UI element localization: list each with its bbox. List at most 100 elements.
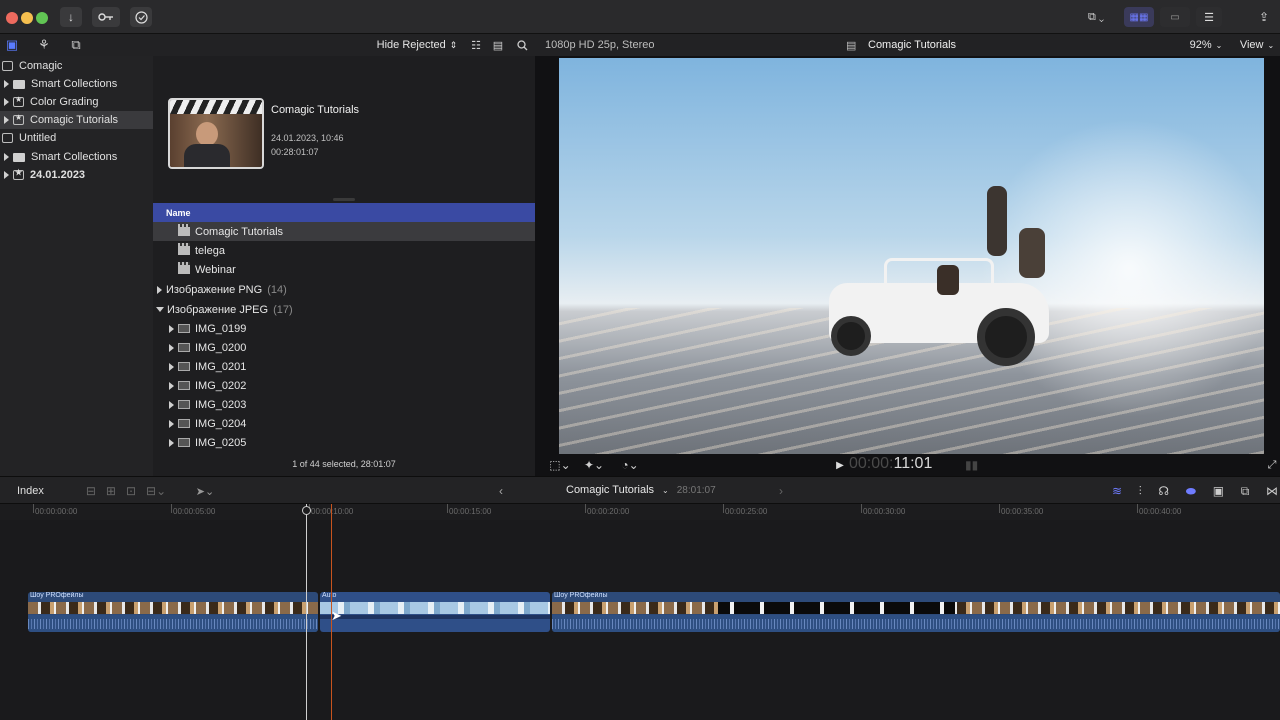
timeline-clip-1[interactable]: Шоу PROфейлы — [28, 592, 318, 632]
disclosure-triangle-icon[interactable] — [4, 98, 9, 106]
list-item-image[interactable]: IMG_0204 — [153, 414, 535, 433]
import-button[interactable]: ↓ — [60, 7, 82, 27]
show-inspector-toggle[interactable]: ☰ — [1196, 7, 1222, 27]
enhance-menu[interactable]: ✦⌄ — [579, 456, 609, 474]
ruler-tick — [861, 504, 862, 513]
history-forward-button[interactable]: › — [774, 483, 788, 499]
sidebar-item-label: Untitled — [19, 132, 57, 144]
disclosure-triangle-open-icon[interactable] — [156, 307, 164, 312]
timeline-clip-3[interactable]: Шоу PROфейлы — [552, 592, 1280, 632]
keywords-button[interactable] — [92, 7, 120, 27]
close-window-button[interactable] — [6, 12, 18, 24]
final-cut-window: ↓ ⧉ ⌄ ▦▦ ▭ ☰ ⇪ ▣ ⚘ ⧉ Hide Rejected ⇕ ☷ ▤… — [0, 0, 1280, 720]
list-item-image[interactable]: IMG_0202 — [153, 376, 535, 395]
disclosure-triangle-icon[interactable] — [4, 80, 9, 88]
disclosure-triangle-icon[interactable] — [169, 400, 174, 409]
list-item-image[interactable]: IMG_0203 — [153, 395, 535, 414]
photos-audio-tab[interactable]: ⚘ — [34, 37, 54, 53]
sidebar-item-color-grading[interactable]: Color Grading — [0, 93, 153, 111]
sidebar-item-smart-collections-2[interactable]: Smart Collections — [0, 148, 153, 166]
minimize-window-button[interactable] — [21, 12, 33, 24]
timeline-project-selector[interactable]: Comagic Tutorials ⌄ 28:01:07 — [566, 484, 716, 496]
waveform-shape — [28, 619, 318, 629]
name-column-header[interactable]: Name — [153, 203, 535, 222]
disclosure-triangle-icon[interactable] — [169, 419, 174, 428]
titles-generators-tab[interactable]: ⧉ — [66, 37, 86, 53]
fullscreen-button[interactable]: ⤢ — [1265, 458, 1279, 472]
ruler-tick-label: 00:00:15:00 — [449, 507, 492, 516]
clip-appearance-button[interactable]: ☷ — [468, 37, 484, 53]
disclosure-triangle-icon[interactable] — [169, 381, 174, 390]
viewer-format-label: 1080p HD 25p, Stereo — [545, 39, 655, 51]
clip-label: Auto — [322, 592, 337, 599]
sidebar-item-date-event[interactable]: 24.01.2023 — [0, 166, 153, 184]
list-view-button[interactable]: ▤ — [490, 37, 506, 53]
group-png[interactable]: Изображение PNG (14) — [153, 280, 535, 299]
list-item-image[interactable]: IMG_0201 — [153, 357, 535, 376]
index-button[interactable]: Index — [17, 485, 44, 497]
list-item-label: telega — [195, 244, 225, 257]
timecode-display[interactable]: 00:00: 11:01 — [849, 455, 932, 475]
disclosure-triangle-icon[interactable] — [169, 343, 174, 352]
clip-label: Шоу PROфейлы — [554, 592, 608, 599]
front-wheel-shape — [831, 316, 871, 356]
list-item-image[interactable]: IMG_0200 — [153, 338, 535, 357]
project-thumbnail[interactable] — [168, 98, 264, 169]
zoom-window-button[interactable] — [36, 12, 48, 24]
list-item-telega[interactable]: telega — [153, 241, 535, 260]
magic-wand-icon: ✦⌄ — [583, 458, 605, 472]
retime-menu[interactable]: ◔⌄ — [615, 456, 645, 474]
disclosure-triangle-icon[interactable] — [4, 153, 9, 161]
timeline-view-controls[interactable]: ≋ ⫶ ☊ ⬬ ▣ ⧉ ⋈ — [1112, 483, 1278, 499]
playhead-handle[interactable] — [302, 506, 311, 515]
expand-icon: ⤢ — [1267, 458, 1277, 471]
zoom-menu[interactable]: 92% ⌄ — [1186, 37, 1226, 53]
tool-select-menu[interactable]: ➤⌄ — [192, 483, 218, 499]
disclosure-triangle-icon[interactable] — [169, 438, 174, 447]
search-button[interactable] — [514, 37, 530, 53]
ruler-tick — [723, 504, 724, 513]
ruler-tick-label: 00:00:05:00 — [173, 507, 216, 516]
list-item-image[interactable]: IMG_0199 — [153, 319, 535, 338]
playhead[interactable] — [306, 504, 307, 720]
disclosure-triangle-icon[interactable] — [169, 324, 174, 333]
video-frame[interactable] — [559, 58, 1264, 454]
sidebar-item-smart-collections[interactable]: Smart Collections — [0, 75, 153, 93]
disclosure-triangle-icon[interactable] — [4, 171, 9, 179]
background-tasks-button[interactable] — [130, 7, 152, 27]
show-browser-toggle[interactable]: ▦▦ — [1124, 7, 1154, 27]
project-title: Comagic Tutorials — [271, 104, 360, 116]
list-item-webinar[interactable]: Webinar — [153, 260, 535, 279]
sitting-person-shape — [1019, 228, 1045, 278]
timeline-clip-2[interactable]: Auto — [320, 592, 550, 632]
timeline-area[interactable]: Шоу PROфейлы Auto Шоу PROфейлы ➤ — [0, 504, 1280, 720]
sidebar-item-comagic-tutorials[interactable]: Comagic Tutorials — [0, 111, 153, 129]
workspace-menu-button[interactable]: ⧉ ⌄ — [1076, 7, 1116, 27]
libraries-tab[interactable]: ▣ — [2, 37, 22, 53]
list-item-label: IMG_0203 — [195, 398, 247, 411]
list-item-comagic-tutorials[interactable]: Comagic Tutorials — [153, 222, 535, 241]
edit-buttons-group[interactable]: ⊟ ⊞ ⊡ ⊟⌄ — [76, 483, 176, 499]
chevron-down-icon: ⌄ — [662, 485, 669, 495]
hide-rejected-menu[interactable]: Hide Rejected ⇕ — [372, 37, 462, 53]
share-button[interactable]: ⇪ — [1254, 7, 1274, 27]
history-back-button[interactable]: ‹ — [494, 483, 508, 499]
disclosure-triangle-icon[interactable] — [169, 362, 174, 371]
windows-icon: ⧉ ⌄ — [1087, 10, 1105, 23]
project-date: 24.01.2023, 10:46 — [271, 133, 344, 143]
split-handle[interactable] — [333, 198, 355, 201]
disclosure-triangle-icon[interactable] — [4, 116, 9, 124]
list-item-image[interactable]: IMG_0205 — [153, 433, 535, 452]
transform-menu[interactable]: ⬚⌄ — [545, 456, 575, 474]
disclosure-triangle-icon[interactable] — [157, 285, 162, 294]
timeline-ruler[interactable]: 00:00:00:00 00:00:05:00 00:00:10:00 00:00:1… — [0, 504, 1280, 520]
sidebar-item-label: Color Grading — [30, 96, 99, 108]
show-timeline-toggle[interactable]: ▭ — [1160, 7, 1190, 27]
person-head-shape — [196, 122, 218, 146]
sidebar-item-library-untitled[interactable]: Untitled — [0, 129, 153, 147]
sidebar-item-library-comagic[interactable]: Comagic — [0, 57, 153, 75]
play-button[interactable]: ▶ — [833, 457, 847, 473]
zoom-value: 92% — [1189, 39, 1212, 51]
group-jpeg[interactable]: Изображение JPEG (17) — [153, 300, 535, 319]
view-menu[interactable]: View ⌄ — [1236, 37, 1278, 53]
